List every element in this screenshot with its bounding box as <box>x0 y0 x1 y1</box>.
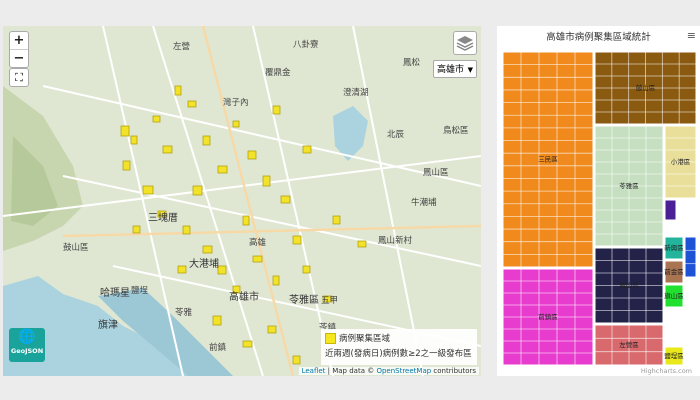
map-label-fengshan-district: 鳳山區 <box>423 168 449 178</box>
treemap-label: 三民區 <box>538 156 558 164</box>
map-label-wujia: 五甲 <box>321 296 339 306</box>
treemap-cell[interactable] <box>684 236 696 278</box>
legend-item-label: 病例聚集區域 <box>339 334 391 344</box>
map-label-hamaxing: 哈瑪星 <box>100 288 130 299</box>
geojson-button[interactable]: 🌐 GeoJSON <box>9 328 45 362</box>
treemap-cell[interactable]: 苓雅區 <box>594 125 664 247</box>
map-panel[interactable]: 三塊厝 大港埔 高雄市 苓雅區 哈瑪星 旗津 鹽埕 苓雅 前鎮 苓鎮 鼓山區 左… <box>3 26 481 376</box>
treemap-svg: 三民區 鼓山區苓雅區 小港區前鎮區 鳳山區 新興區前金區旗山區左營區鹽埕區 <box>503 52 696 365</box>
osm-link[interactable]: OpenStreetMap <box>376 367 431 375</box>
map-label-dagangpu: 大港埔 <box>189 259 219 270</box>
treemap-cell[interactable]: 小港區 <box>664 125 696 199</box>
map-label-gushan: 鼓山區 <box>63 243 89 253</box>
layers-icon <box>456 36 474 51</box>
chevron-down-icon: ▼ <box>467 66 473 74</box>
map-label-yancheng: 鹽埕 <box>131 286 149 296</box>
treemap-cell[interactable]: 新興區 <box>664 236 684 260</box>
treemap-label: 前鎮區 <box>538 312 558 321</box>
map-label-beichen: 北辰 <box>387 130 405 140</box>
treemap-cell[interactable]: 前鎮區 <box>503 268 594 365</box>
treemap-label: 小港區 <box>671 157 691 166</box>
treemap-cell[interactable]: 旗山區 <box>664 284 684 308</box>
map-label-baguaniao: 八卦寮 <box>293 40 319 50</box>
city-select[interactable]: 高雄市 ▼ <box>433 60 477 78</box>
fullscreen-button[interactable]: ⛶ <box>9 68 29 87</box>
treemap-cell[interactable]: 前金區 <box>664 260 684 284</box>
map-label-lingya-district: 苓雅區 <box>289 295 319 306</box>
chart-title: 高雄市病例聚集區域統計 <box>546 32 651 43</box>
legend-note: 近兩週(發病日)病例數≥2之一級發布區 <box>325 349 472 359</box>
treemap-cell[interactable]: 鹽埕區 <box>664 346 684 365</box>
zoom-control: + − <box>9 31 29 68</box>
map-label-niaosong-district: 鳥松區 <box>443 126 469 136</box>
chart-menu-icon[interactable]: ≡ <box>687 29 696 42</box>
map-label-fudingjin: 覆鼎金 <box>265 68 291 78</box>
treemap-label: 鹽埕區 <box>664 351 684 360</box>
treemap-label: 前金區 <box>664 267 684 276</box>
treemap-label: 苓雅區 <box>619 181 639 190</box>
map-label-cijin: 旗津 <box>98 320 118 331</box>
globe-icon: 🌐 <box>18 329 36 345</box>
map-label-fengshan-xincun: 鳳山新村 <box>378 236 413 246</box>
treemap-cell[interactable]: 鼓山區 <box>594 52 696 125</box>
map-label-kaohsiung-city: 高雄市 <box>229 292 259 303</box>
zoom-out-button[interactable]: − <box>10 50 28 67</box>
map-label-wanzinei: 灣子內 <box>223 98 249 108</box>
treemap-rect[interactable] <box>684 236 696 278</box>
map-label-chengqing-lake: 澄清湖 <box>343 88 369 98</box>
treemap-label: 左營區 <box>619 340 639 349</box>
legend-swatch <box>325 333 336 344</box>
map-attribution: Leaflet | Map data © OpenStreetMap contr… <box>298 367 479 375</box>
map-label-lingya: 苓雅 <box>175 308 193 318</box>
map-label-niuchaopu: 牛潮埔 <box>411 198 437 208</box>
treemap-cell[interactable]: 鳳山區 <box>594 247 664 324</box>
treemap-cell[interactable]: 三民區 <box>503 52 594 268</box>
map-label-kaohsiung: 高雄 <box>249 238 267 248</box>
attribution-sep: | Map data © <box>325 367 377 375</box>
layers-button[interactable] <box>453 31 477 55</box>
treemap-cell[interactable]: 左營區 <box>594 324 664 365</box>
leaflet-link[interactable]: Leaflet <box>302 367 326 375</box>
geojson-label: GeoJSON <box>10 347 44 355</box>
legend-item: 病例聚集區域 <box>325 332 473 344</box>
treemap-rect[interactable] <box>664 199 677 221</box>
treemap-label: 新興區 <box>664 243 684 252</box>
zoom-in-button[interactable]: + <box>10 32 28 50</box>
map-label-sankuaicuo: 三塊厝 <box>148 213 178 224</box>
treemap-label: 鳳山區 <box>619 281 639 290</box>
treemap-label: 旗山區 <box>664 291 684 300</box>
attribution-tail: contributors <box>431 367 476 375</box>
city-select-value: 高雄市 <box>437 65 465 75</box>
treemap-chart: 高雄市病例聚集區域統計 ≡ 三民區 鼓山區苓雅區 小港區前鎮區 鳳山區 新興區前金區旗山… <box>497 26 700 376</box>
map-label-qianzhen: 前鎮 <box>209 343 227 353</box>
chart-credit[interactable]: Highcharts.com <box>641 367 692 375</box>
treemap-cell[interactable] <box>664 199 677 221</box>
map-legend: 病例聚集區域 近兩週(發病日)病例數≥2之一級發布區 <box>321 329 477 365</box>
map-label-zuoying: 左營 <box>173 42 191 52</box>
map-tiles <box>3 26 481 376</box>
treemap-label: 鼓山區 <box>636 83 656 92</box>
map-label-fengsong: 鳳松 <box>403 58 421 68</box>
